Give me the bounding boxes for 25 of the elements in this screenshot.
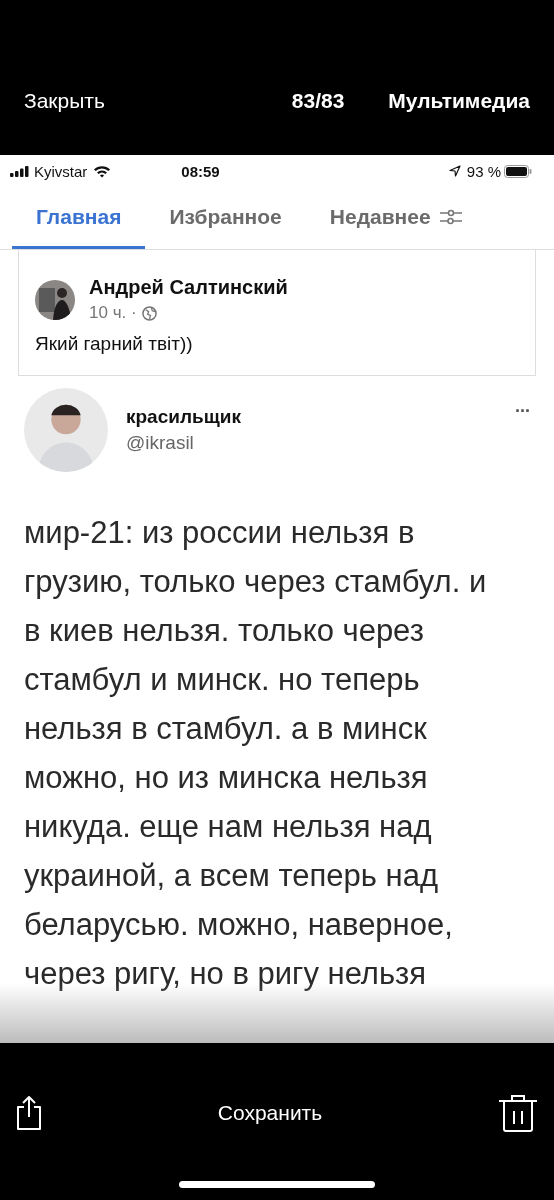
battery-icon	[504, 164, 532, 178]
status-time: 08:59	[181, 162, 220, 180]
viewer-title: Мультимедиа	[388, 89, 530, 113]
share-icon[interactable]	[16, 1095, 42, 1131]
tweet-handle: @ikrasil	[126, 432, 195, 454]
location-icon	[448, 165, 461, 177]
wifi-icon	[93, 164, 112, 178]
tweet-author: красильщик	[126, 406, 241, 428]
photo-counter: 83/83	[291, 89, 345, 113]
signal-icon	[10, 165, 30, 177]
post-time: 10 ч. ·	[89, 303, 137, 323]
tab[interactable]: Недавнее	[305, 187, 487, 249]
filter-icon	[438, 208, 463, 225]
save-button[interactable]: Сохранить	[217, 1101, 323, 1125]
tab[interactable]: Избранное	[145, 187, 306, 249]
more-menu: ...	[515, 396, 530, 417]
battery-percent: 93 %	[466, 162, 501, 180]
post-text: Який гарний твіт))	[35, 333, 194, 355]
trash-icon[interactable]	[498, 1093, 538, 1133]
globe-icon	[141, 305, 157, 321]
close-button[interactable]: Закрыть	[24, 89, 105, 113]
tab[interactable]: Главная	[12, 187, 146, 249]
tweet-text: мир-21: из россии нельзя в грузию, только через стамбул. и в киев нельзя. только через стамбул и минск. но теперь нельзя в стамбул. а в минск можно, но из минска нельзя никуда. еще нам нельзя над украиной, а всем теперь над беларусью. можно, наверное, через ригу, но в ригу нельзя	[24, 514, 488, 993]
author-name[interactable]: Андрей Салтинский	[89, 276, 288, 299]
carrier-name: Kyivstar	[34, 162, 88, 180]
